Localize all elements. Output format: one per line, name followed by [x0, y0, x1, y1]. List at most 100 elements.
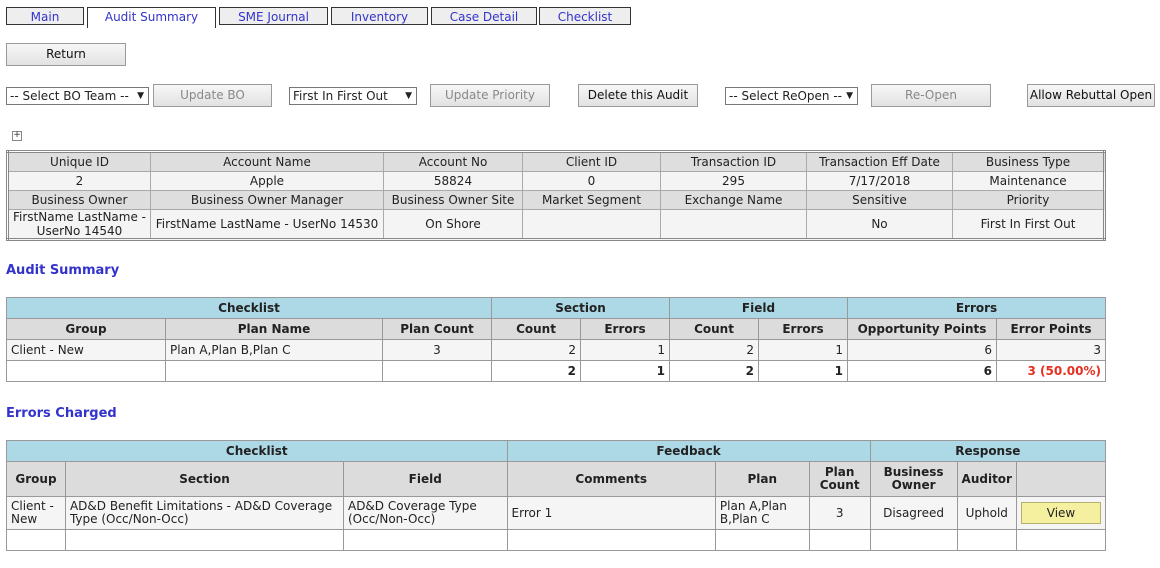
- totals-row: 2 1 2 1 6 3 (50.00%): [6, 360, 1106, 382]
- value-transaction-id: 295: [660, 171, 807, 191]
- tab-sme-journal[interactable]: SME Journal: [219, 7, 328, 25]
- group-response: Response: [869, 440, 1107, 462]
- group-checklist: Checklist: [6, 297, 492, 319]
- view-button[interactable]: View: [1021, 502, 1101, 524]
- total-opportunity-points: 6: [847, 360, 997, 382]
- update-bo-button[interactable]: Update BO: [153, 84, 272, 107]
- header-market-segment: Market Segment: [522, 190, 661, 210]
- errors-charged-table: Checklist Feedback Response Group Sectio…: [6, 440, 1107, 551]
- col-opportunity-points: Opportunity Points: [847, 318, 997, 340]
- plus-box-icon[interactable]: +: [12, 131, 22, 141]
- header-sensitive: Sensitive: [806, 190, 953, 210]
- tab-audit-summary[interactable]: Audit Summary: [87, 7, 216, 28]
- value-business-owner-site: On Shore: [383, 209, 523, 240]
- cell-section: AD&D Benefit Limitations - AD&D Coverage…: [64, 496, 344, 530]
- total-field-count: 2: [669, 360, 759, 382]
- value-business-owner-manager: FirstName LastName - UserNo 14530: [150, 209, 384, 240]
- cell-plan-count: 3: [382, 339, 492, 361]
- cell-auditor: Uphold: [956, 496, 1018, 530]
- value-transaction-eff-date: 7/17/2018: [806, 171, 953, 191]
- col-error-points: Error Points: [996, 318, 1106, 340]
- cell-plan-name: Plan A,Plan B,Plan C: [165, 339, 383, 361]
- return-button[interactable]: Return: [6, 43, 126, 66]
- col-section-count: Count: [491, 318, 581, 340]
- value-client-id: 0: [522, 171, 661, 191]
- audit-summary-table: Checklist Section Field Errors Group Pla…: [6, 297, 1106, 382]
- cell-section-errors: 1: [580, 339, 670, 361]
- cell-empty: [869, 529, 958, 551]
- tab-checklist[interactable]: Checklist: [539, 7, 631, 25]
- group-field: Field: [669, 297, 848, 319]
- group-errors: Errors: [847, 297, 1106, 319]
- total-group: [6, 360, 166, 382]
- reopen-select[interactable]: -- Select ReOpen -- ▼: [725, 87, 858, 105]
- cell-group: Client - New: [6, 339, 166, 361]
- errors-charged-title: Errors Charged: [6, 406, 117, 421]
- value-priority: First In First Out: [952, 209, 1105, 240]
- col-business-owner: Business Owner: [869, 461, 958, 497]
- group-section: Section: [491, 297, 670, 319]
- update-priority-button[interactable]: Update Priority: [430, 84, 550, 107]
- value-business-type: Maintenance: [952, 171, 1105, 191]
- allow-rebuttal-open-button[interactable]: Allow Rebuttal Open: [1027, 84, 1155, 107]
- cell-empty: [342, 529, 508, 551]
- cell-business-owner: Disagreed: [869, 496, 958, 530]
- total-plan-name: [165, 360, 383, 382]
- col-plan-count: Plan Count: [808, 461, 871, 497]
- header-client-id: Client ID: [522, 151, 661, 172]
- col-plan-count: Plan Count: [382, 318, 492, 340]
- col-comments: Comments: [506, 461, 716, 497]
- chevron-down-icon: ▼: [405, 91, 412, 101]
- total-error-points: 3 (50.00%): [996, 360, 1106, 382]
- total-section-count: 2: [491, 360, 581, 382]
- header-transaction-id: Transaction ID: [660, 151, 807, 172]
- col-auditor: Auditor: [956, 461, 1018, 497]
- value-sensitive: No: [806, 209, 953, 240]
- col-field-count: Count: [669, 318, 759, 340]
- cell-field-count: 2: [669, 339, 759, 361]
- total-section-errors: 1: [580, 360, 670, 382]
- col-action: [1016, 461, 1106, 497]
- cell-empty: [714, 529, 810, 551]
- chevron-down-icon: ▼: [846, 91, 853, 101]
- cell-empty: [808, 529, 871, 551]
- cell-error-points: 3: [996, 339, 1106, 361]
- delete-audit-button[interactable]: Delete this Audit: [578, 84, 698, 107]
- priority-select[interactable]: First In First Out ▼: [289, 87, 417, 105]
- chevron-down-icon: ▼: [137, 91, 144, 101]
- reopen-button[interactable]: Re-Open: [871, 84, 991, 107]
- header-account-name: Account Name: [150, 151, 384, 172]
- cell-plan: Plan A,Plan B,Plan C: [714, 496, 810, 530]
- bo-team-select[interactable]: -- Select BO Team -- ▼: [6, 87, 149, 105]
- priority-select-value: First In First Out: [293, 89, 388, 103]
- audit-summary-title: Audit Summary: [6, 263, 120, 278]
- value-exchange-name: [660, 209, 807, 240]
- header-business-owner-site: Business Owner Site: [383, 190, 523, 210]
- bo-team-select-value: -- Select BO Team --: [10, 89, 129, 103]
- cell-field-errors: 1: [758, 339, 848, 361]
- table-row: Client - New Plan A,Plan B,Plan C 3 2 1 …: [6, 339, 1106, 361]
- header-priority: Priority: [952, 190, 1105, 210]
- reopen-select-value: -- Select ReOpen --: [729, 89, 843, 103]
- value-business-owner: FirstName LastName - UserNo 14540: [7, 209, 151, 240]
- cell-field: AD&D Coverage Type (Occ/Non-Occ): [342, 496, 508, 530]
- cell-group: Client - New: [6, 496, 66, 530]
- cell-empty: [506, 529, 716, 551]
- tab-case-detail[interactable]: Case Detail: [431, 7, 537, 25]
- table-row: Client - New AD&D Benefit Limitations - …: [6, 496, 1106, 530]
- col-plan: Plan: [714, 461, 810, 497]
- cell-empty: [64, 529, 344, 551]
- cell-section-count: 2: [491, 339, 581, 361]
- value-account-name: Apple: [150, 171, 384, 191]
- audit-info-table: Unique ID Account Name Account No Client…: [6, 150, 1106, 241]
- value-account-no: 58824: [383, 171, 523, 191]
- col-field: Field: [342, 461, 508, 497]
- header-business-type: Business Type: [952, 151, 1105, 172]
- cell-empty: [1016, 529, 1106, 551]
- group-checklist: Checklist: [6, 440, 508, 462]
- tab-main[interactable]: Main: [6, 7, 84, 25]
- value-unique-id: 2: [7, 171, 151, 191]
- total-field-errors: 1: [758, 360, 848, 382]
- cell-empty: [956, 529, 1018, 551]
- tab-inventory[interactable]: Inventory: [331, 7, 428, 25]
